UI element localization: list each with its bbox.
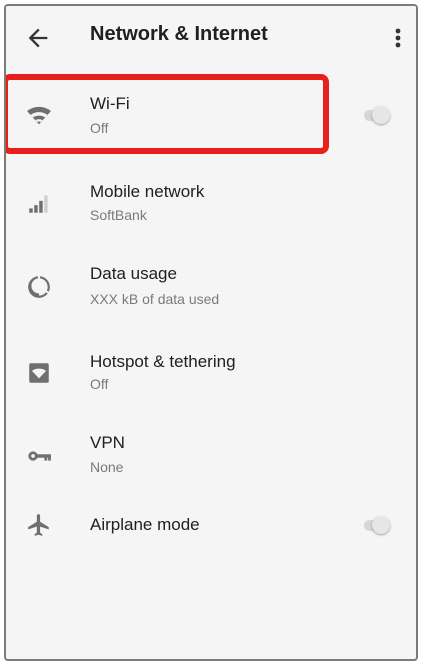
list-item-hotspot[interactable]: Hotspot & tethering Off	[6, 338, 416, 418]
wifi-toggle[interactable]	[360, 105, 390, 125]
signal-cellular-icon	[29, 195, 48, 213]
list-item-mobile-network[interactable]: Mobile network SoftBank	[6, 164, 416, 244]
list-item-airplane-mode[interactable]: Airplane mode	[6, 502, 416, 582]
vpn-key-icon	[28, 451, 51, 461]
arrow-back-icon[interactable]	[24, 24, 52, 52]
airplane-mode-label: Airplane mode	[90, 515, 200, 534]
hotspot-icon	[29, 363, 49, 383]
toggle-thumb	[372, 516, 390, 534]
list-item-data-usage[interactable]: Data usage XXX kB of data used	[6, 250, 416, 330]
phone-screen: Network & Internet Wi-Fi Off Mobile netw…	[4, 4, 418, 661]
airplane-icon	[28, 514, 49, 536]
data-usage-label: Data usage	[90, 264, 177, 283]
data-usage-icon	[28, 276, 50, 298]
app-bar: Network & Internet	[6, 6, 416, 70]
vpn-status: None	[90, 459, 124, 475]
airplane-mode-toggle[interactable]	[360, 515, 390, 535]
data-usage-amount: XXX kB of data used	[90, 291, 220, 307]
vpn-label: VPN	[90, 433, 125, 452]
wifi-highlight-box	[6, 74, 329, 154]
toggle-thumb	[372, 106, 390, 124]
more-vert-icon[interactable]	[388, 24, 408, 52]
mobile-network-carrier: SoftBank	[90, 207, 147, 223]
hotspot-label: Hotspot & tethering	[90, 352, 236, 371]
hotspot-status: Off	[90, 376, 109, 392]
list-item-vpn[interactable]: VPN None	[6, 420, 416, 500]
page-title: Network & Internet	[90, 23, 268, 45]
mobile-network-label: Mobile network	[90, 182, 205, 201]
